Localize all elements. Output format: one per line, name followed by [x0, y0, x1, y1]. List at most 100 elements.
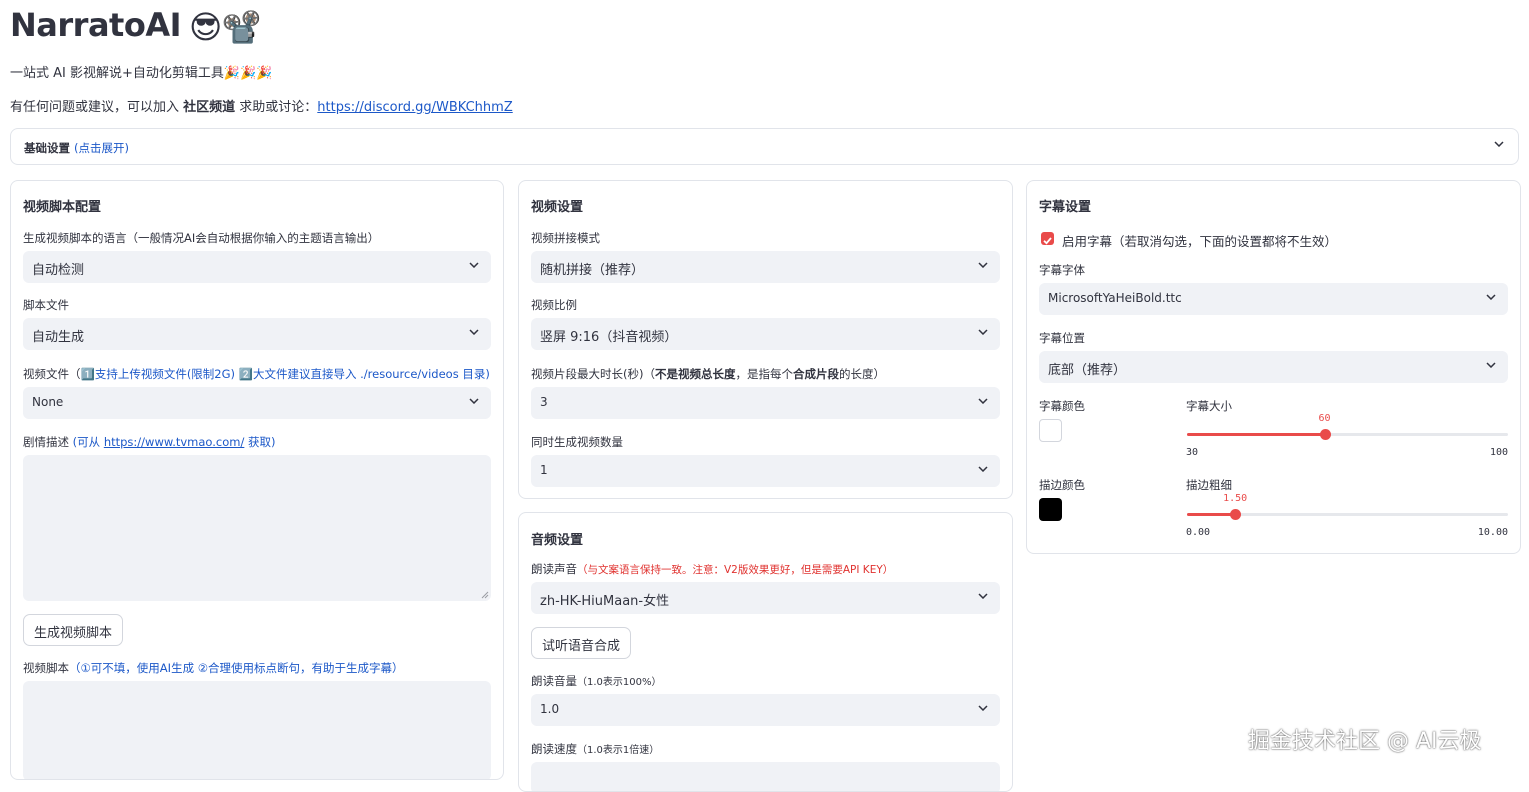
chevron-down-icon — [469, 398, 479, 404]
subtitle-settings-panel: 字幕设置 启用字幕（若取消勾选，下面的设置都将不生效） 字幕字体 Microso… — [1026, 180, 1521, 554]
video-file-label: 视频文件（1️⃣支持上传视频文件(限制2G) 2️⃣大文件建议直接导入 ./re… — [23, 366, 490, 382]
tvmao-link[interactable]: https://www.tvmao.com/ — [104, 435, 245, 449]
video-count-select[interactable]: 1 — [531, 455, 1000, 487]
voice-label-text: 朗读声音 — [531, 562, 577, 576]
watermark: 掘金技术社区 @ AI云极 — [1248, 729, 1482, 754]
clip-duration-value: 3 — [540, 395, 548, 409]
clip-label-bold2: 合成片段 — [792, 367, 839, 381]
subtitle-color-label: 字幕颜色 — [1039, 399, 1085, 413]
stroke-width-slider[interactable]: 1.50 — [1187, 493, 1508, 520]
audio-settings-panel: 音频设置 朗读声音（与文案语言保持一致。注意：V2版效果更好，但是需要API K… — [518, 512, 1013, 792]
subtitle-color-picker[interactable] — [1039, 419, 1062, 442]
video-count-value: 1 — [540, 463, 548, 477]
stroke-width-min: 0.00 — [1186, 527, 1211, 538]
community-line: 有任何问题或建议，可以加入 社区频道 求助或讨论：https://discord… — [10, 96, 513, 115]
stroke-width-label: 描边粗细 — [1186, 478, 1232, 492]
subtitle-size-max: 100 — [1489, 447, 1508, 458]
stroke-color-label: 描边颜色 — [1039, 478, 1085, 492]
enable-subtitle-label: 启用字幕（若取消勾选，下面的设置都将不生效） — [1062, 234, 1338, 249]
basic-settings-label: 基础设置 (点击展开) — [24, 140, 129, 156]
clip-duration-label: 视频片段最大时长(秒)（不是视频总长度，是指每个合成片段的长度） — [531, 366, 885, 382]
plot-hint-suffix: 获取) — [244, 435, 276, 449]
video-file-value: None — [32, 395, 64, 409]
video-file-select[interactable]: None — [23, 387, 491, 419]
volume-select[interactable]: 1.0 — [531, 694, 1000, 726]
video-count-label: 同时生成视频数量 — [531, 435, 623, 449]
voice-hint: （与文案语言保持一致。注意：V2版效果更好，但是需要API KEY） — [577, 564, 894, 576]
chevron-down-icon — [978, 262, 988, 268]
concat-mode-label: 视频拼接模式 — [531, 231, 600, 245]
volume-label-text: 朗读音量 — [531, 674, 577, 688]
slider-thumb[interactable] — [1319, 429, 1331, 440]
community-prefix: 有任何问题或建议，可以加入 — [10, 100, 184, 115]
chevron-down-icon — [978, 466, 988, 472]
voice-label: 朗读声音（与文案语言保持一致。注意：V2版效果更好，但是需要API KEY） — [531, 561, 893, 577]
speed-select[interactable] — [531, 762, 1000, 791]
video-file-label-text: 视频文件（ — [23, 367, 81, 381]
script-language-label: 生成视频脚本的语言（一般情况AI会自动根据你输入的主题语言输出） — [23, 231, 380, 245]
checkmark-icon — [1043, 237, 1052, 245]
aspect-ratio-select[interactable]: 竖屏 9:16（抖音视频） — [531, 318, 1000, 350]
subtitle-font-value: MicrosoftYaHeiBold.ttc — [1048, 291, 1182, 305]
subtitle-position-value: 底部（推荐） — [1048, 363, 1127, 378]
subtitle-size-slider[interactable]: 60 — [1187, 413, 1508, 440]
chevron-down-icon — [1494, 141, 1504, 147]
video-script-textarea[interactable] — [23, 681, 491, 779]
subtitle-size-label: 字幕大小 — [1186, 399, 1232, 413]
chevron-down-icon — [978, 329, 988, 335]
clip-label-bold1: 不是视频总长度 — [654, 367, 736, 381]
community-channel-label: 社区频道 — [183, 100, 236, 115]
subtitle-size-min: 30 — [1186, 447, 1199, 458]
subtitle-size-value: 60 — [1318, 413, 1331, 424]
clip-label-prefix: 视频片段最大时长(秒)（ — [531, 367, 655, 381]
clip-label-mid: ，是指每个 — [735, 367, 793, 381]
chevron-down-icon — [978, 705, 988, 711]
discord-link[interactable]: https://discord.gg/WBKChhmZ — [317, 100, 512, 115]
slider-fill — [1187, 513, 1236, 516]
resize-grip-icon[interactable] — [481, 591, 489, 599]
script-file-value: 自动生成 — [32, 330, 85, 345]
script-file-label: 脚本文件 — [23, 298, 69, 312]
enable-subtitle-checkbox[interactable] — [1041, 232, 1054, 245]
voice-select[interactable]: zh-HK-HiuMaan-女性 — [531, 582, 1000, 614]
clip-duration-select[interactable]: 3 — [531, 387, 1000, 419]
chevron-down-icon — [1486, 294, 1496, 300]
script-config-panel: 视频脚本配置 生成视频脚本的语言（一般情况AI会自动根据你输入的主题语言输出） … — [10, 180, 504, 780]
script-file-select[interactable]: 自动生成 — [23, 318, 491, 350]
listen-voice-button[interactable]: 试听语音合成 — [531, 627, 632, 659]
stroke-width-value: 1.50 — [1223, 493, 1248, 504]
voice-value: zh-HK-HiuMaan-女性 — [540, 594, 670, 609]
community-mid: 求助或讨论： — [235, 100, 318, 115]
app-title: NarratoAI 😎📽️ — [10, 6, 262, 46]
plot-description-label: 剧情描述 (可从 https://www.tvmao.com/ 获取) — [23, 434, 276, 450]
basic-settings-hint: (点击展开) — [74, 141, 129, 155]
speed-label-text: 朗读速度 — [531, 742, 577, 756]
subtitle-position-select[interactable]: 底部（推荐） — [1039, 351, 1508, 383]
concat-mode-value: 随机拼接（推荐） — [540, 263, 645, 278]
generate-script-button[interactable]: 生成视频脚本 — [23, 614, 124, 646]
aspect-ratio-value: 竖屏 9:16（抖音视频） — [540, 330, 678, 345]
plot-hint-prefix: (可从 — [72, 435, 104, 449]
video-settings-title: 视频设置 — [531, 200, 584, 215]
volume-hint: （1.0表示100%） — [577, 677, 662, 688]
concat-mode-select[interactable]: 随机拼接（推荐） — [531, 251, 1000, 283]
volume-value: 1.0 — [540, 702, 560, 716]
slider-thumb[interactable] — [1230, 509, 1242, 520]
script-language-select[interactable]: 自动检测 — [23, 251, 491, 283]
subtitle-font-select[interactable]: MicrosoftYaHeiBold.ttc — [1039, 283, 1508, 315]
app-title-text: NarratoAI — [10, 6, 181, 44]
video-script-label: 视频脚本（①可不填，使用AI生成 ②合理使用标点断句，有助于生成字幕） — [23, 660, 404, 676]
aspect-ratio-label: 视频比例 — [531, 298, 577, 312]
stroke-color-picker[interactable] — [1039, 498, 1062, 521]
chevron-down-icon — [469, 262, 479, 268]
slider-fill — [1187, 433, 1325, 436]
video-script-hint: （①可不填，使用AI生成 ②合理使用标点断句，有助于生成字幕） — [69, 661, 404, 675]
plot-description-textarea[interactable] — [23, 455, 491, 601]
speed-label: 朗读速度（1.0表示1倍速） — [531, 741, 659, 757]
chevron-down-icon — [1486, 362, 1496, 368]
sunglasses-projector-emoji-icon: 😎📽️ — [188, 8, 262, 46]
basic-settings-expander[interactable]: 基础设置 (点击展开) — [10, 128, 1519, 165]
app-subtitle: 一站式 AI 影视解说+自动化剪辑工具🎉🎉🎉 — [10, 66, 273, 81]
audio-settings-title: 音频设置 — [531, 533, 584, 548]
volume-label: 朗读音量（1.0表示100%） — [531, 673, 662, 689]
